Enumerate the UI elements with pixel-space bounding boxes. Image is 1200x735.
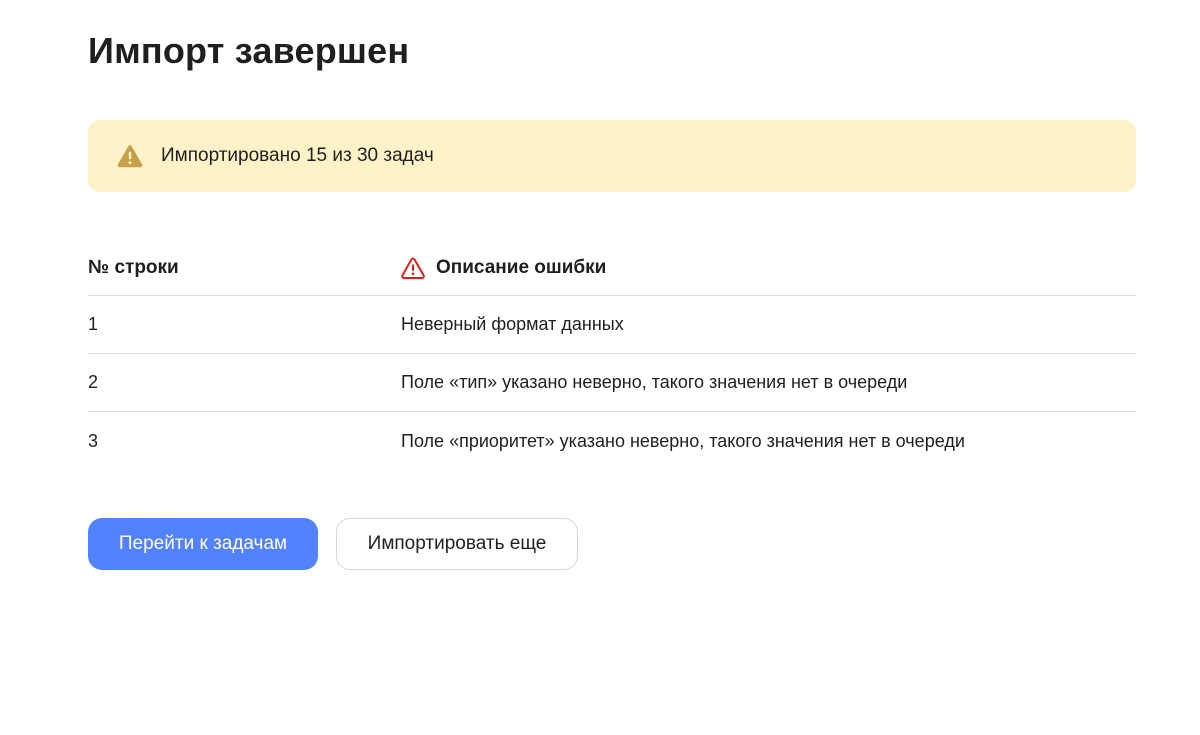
error-triangle-icon — [401, 257, 425, 279]
row-number-cell: 2 — [88, 372, 99, 392]
page-title: Импорт завершен — [88, 30, 410, 71]
table-row: 3 Поле «приоритет» указано неверно, тако… — [88, 412, 1136, 470]
go-to-tasks-button[interactable]: Перейти к задачам — [88, 518, 318, 570]
import-more-button[interactable]: Импортировать еще — [336, 518, 578, 570]
warning-triangle-icon — [117, 144, 143, 168]
column-header-row-number: № строки — [88, 256, 179, 278]
column-header-error-description: Описание ошибки — [401, 257, 1136, 279]
errors-table: № строки Описание ошибки 1 Неверный форм… — [88, 240, 1136, 470]
column-header-label: Описание ошибки — [436, 256, 607, 278]
table-header: № строки Описание ошибки — [88, 240, 1136, 296]
table-row: 2 Поле «тип» указано неверно, такого зна… — [88, 354, 1136, 412]
import-summary-alert: Импортировано 15 из 30 задач — [88, 120, 1136, 192]
error-description-cell: Поле «приоритет» указано неверно, такого… — [401, 430, 965, 451]
table-row: 1 Неверный формат данных — [88, 296, 1136, 354]
error-description-cell: Поле «тип» указано неверно, такого значе… — [401, 372, 908, 392]
row-number-cell: 1 — [88, 314, 99, 334]
actions-bar: Перейти к задачам Импортировать еще — [88, 518, 578, 570]
error-description-cell: Неверный формат данных — [401, 314, 624, 334]
row-number-cell: 3 — [88, 430, 99, 451]
import-summary-text: Импортировано 15 из 30 задач — [161, 145, 434, 166]
